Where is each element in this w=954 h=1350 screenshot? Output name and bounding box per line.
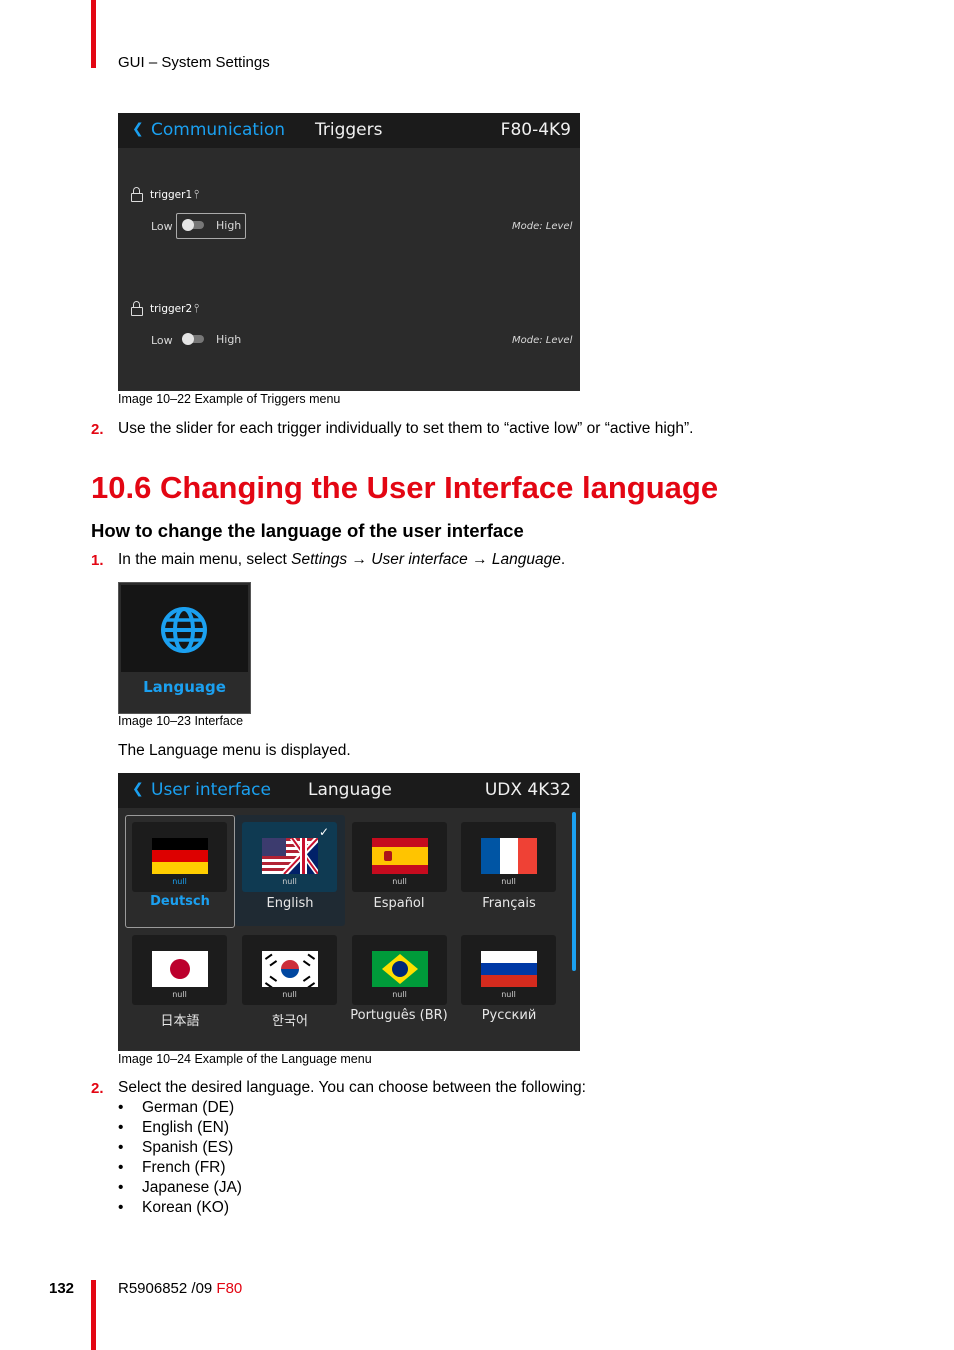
language-label-japanese: 日本語 (160, 1014, 200, 1029)
null-label: null (392, 877, 407, 886)
null-label: null (501, 990, 516, 999)
trigger-signal-icon: ⫯ (194, 301, 200, 315)
menu-path: Settings → User interface → Language (291, 551, 561, 568)
step-number: 2. (91, 1080, 104, 1097)
header-red-bar (91, 0, 96, 68)
trigger1-low-label: Low (151, 220, 173, 233)
flag-france-icon (481, 838, 537, 874)
trigger2-high-label: High (216, 333, 242, 346)
list-item-text: Spanish (ES) (142, 1139, 234, 1156)
model-label: F80-4K9 (500, 120, 571, 140)
trigger2-low-label: Low (151, 334, 173, 347)
trigger2-slider[interactable] (182, 333, 204, 345)
step-number: 2. (91, 421, 104, 438)
triggers-screenshot: ❮ Communication Triggers F80-4K9 trigger… (118, 113, 580, 391)
step-text-suffix: . (560, 551, 566, 568)
page-number: 132 (49, 1280, 75, 1297)
trigger1-name: trigger1 (150, 189, 193, 201)
language-tile-label: Language (143, 678, 226, 696)
model-label: UDX 4K32 (484, 780, 571, 800)
list-item: • French (FR) (118, 1159, 226, 1176)
section-heading: 10.6 Changing the User Interface languag… (91, 470, 719, 505)
null-label: null (172, 990, 187, 999)
flag-us-uk-icon (262, 838, 318, 874)
language-menu-tile[interactable]: Language (118, 582, 251, 714)
language-option-espanol[interactable]: null (352, 822, 447, 892)
language-bullet-list: • German (DE) • English (EN) • Spanish (ES)… (118, 1099, 242, 1219)
list-item-text: Korean (KO) (142, 1199, 230, 1216)
list-item: • Korean (KO) (118, 1199, 230, 1216)
subsection-heading: How to change the language of the user i… (91, 520, 524, 541)
caption-image-10-22: Image 10–22 Example of Triggers menu (118, 392, 341, 406)
chevron-left-icon[interactable]: ❮ (132, 781, 144, 797)
flag-russia-icon (481, 951, 537, 987)
language-screenshot: ❮ User interface Language UDX 4K32 null (118, 773, 580, 1051)
screen-title: Triggers (315, 120, 383, 140)
breadcrumb-communication[interactable]: Communication (151, 120, 285, 140)
language-label-english: English (266, 896, 314, 911)
null-label: null (172, 877, 187, 886)
lock-icon (131, 301, 143, 316)
language-option-francais[interactable]: null (461, 822, 556, 892)
list-item-text: Japanese (JA) (142, 1179, 242, 1196)
caption-image-10-24: Image 10–24 Example of the Language menu (118, 1052, 372, 1066)
language-label-francais: Français (482, 896, 536, 911)
language-menu-displayed-text: The Language menu is displayed. (118, 742, 351, 759)
document-id: R5906852 /09 F80 (118, 1280, 242, 1297)
running-header: GUI – System Settings (118, 54, 270, 71)
lock-icon (131, 187, 143, 202)
flag-spain-icon (372, 838, 428, 874)
trigger1-mode: Mode: Level (512, 221, 573, 232)
globe-icon (161, 607, 207, 653)
step-text: In the main menu, select Settings → User… (118, 551, 565, 569)
trigger1-slider[interactable] (182, 219, 204, 231)
product-name: F80 (216, 1280, 243, 1297)
step-number: 1. (91, 552, 104, 569)
list-item-text: German (DE) (142, 1099, 235, 1116)
language-label-korean: 한국어 (272, 1014, 308, 1029)
step-text: Use the slider for each trigger individu… (118, 420, 694, 437)
trigger-signal-icon: ⫯ (194, 187, 200, 201)
screen-title: Language (308, 780, 392, 800)
list-item: • Spanish (ES) (118, 1139, 234, 1156)
trigger1-high-label: High (216, 219, 242, 232)
footer-red-bar (91, 1280, 96, 1350)
list-item-text: English (EN) (142, 1119, 229, 1136)
language-label-russian: Русский (481, 1008, 537, 1023)
trigger2-mode: Mode: Level (512, 335, 573, 346)
flag-japan-icon (152, 951, 208, 987)
triggers-topbar: ❮ Communication Triggers F80-4K9 (118, 113, 580, 148)
language-label-deutsch: Deutsch (150, 894, 210, 909)
caption-image-10-23: Image 10–23 Interface (118, 714, 244, 728)
null-label: null (501, 877, 516, 886)
list-item: • Japanese (JA) (118, 1179, 242, 1196)
breadcrumb-user-interface[interactable]: User interface (151, 780, 271, 800)
null-label: null (282, 990, 297, 999)
list-item: • English (EN) (118, 1119, 229, 1136)
language-option-deutsch[interactable]: null (132, 822, 227, 892)
checkmark-icon: ✓ (319, 825, 330, 839)
flag-germany-icon (152, 838, 208, 874)
language-option-korean[interactable]: null (242, 935, 337, 1005)
null-label: null (282, 877, 297, 886)
null-label: null (392, 990, 407, 999)
language-topbar: ❮ User interface Language UDX 4K32 (118, 773, 580, 808)
language-label-portugues: Português (BR) (350, 1008, 448, 1023)
doc-number: R5906852 /09 (118, 1280, 213, 1297)
language-option-japanese[interactable]: null (132, 935, 227, 1005)
language-option-russian[interactable]: null (461, 935, 556, 1005)
flag-korea-icon (262, 951, 318, 987)
language-option-portugues[interactable]: null (352, 935, 447, 1005)
step-text-prefix: In the main menu, select (118, 551, 292, 568)
list-item-text: French (FR) (142, 1159, 226, 1176)
language-label-espanol: Español (373, 896, 425, 911)
list-item: • German (DE) (118, 1099, 235, 1116)
scrollbar[interactable] (572, 812, 576, 971)
chevron-left-icon[interactable]: ❮ (132, 121, 144, 137)
step-text: Select the desired language. You can cho… (118, 1079, 586, 1096)
flag-brazil-icon (372, 951, 428, 987)
trigger2-name: trigger2 (150, 303, 193, 315)
